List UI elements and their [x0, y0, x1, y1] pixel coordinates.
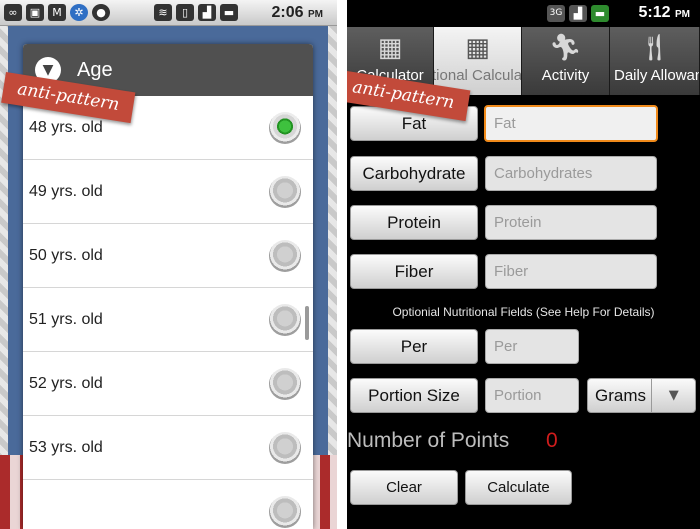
signal-icon: ▟	[569, 4, 587, 22]
age-option-label: 48 yrs. old	[29, 118, 103, 136]
clear-button[interactable]: Clear	[350, 470, 458, 505]
fiber-button[interactable]: Fiber	[350, 254, 478, 289]
dialog-title: Age	[77, 58, 113, 81]
clock: 5:12 PM	[638, 4, 690, 21]
voicemail-icon: ∞	[4, 4, 22, 21]
points-label: Number of Points	[347, 429, 510, 452]
status-bar: ∞ ▣ M ✲ ● ≋ ▯ ▟ ▬ 2:06 PM	[0, 0, 337, 26]
points-value: 0	[546, 429, 558, 452]
tab-daily-allowance[interactable]: 🍴︎ Daily Allowance	[610, 27, 700, 95]
protein-button[interactable]: Protein	[350, 205, 478, 240]
age-option-label: 50 yrs. old	[29, 246, 103, 264]
portion-size-button[interactable]: Portion Size	[350, 378, 478, 413]
chevron-down-icon: ▼	[651, 379, 695, 412]
signal-icon: ▟	[198, 4, 216, 21]
gmail-icon: M	[48, 4, 66, 21]
tab-label: Activity	[541, 67, 590, 84]
radio-button[interactable]	[269, 240, 301, 272]
age-option-label: 51 yrs. old	[29, 310, 103, 328]
radio-button-selected[interactable]	[269, 112, 301, 144]
photo-icon: ▣	[26, 4, 44, 21]
protein-input[interactable]: Protein	[485, 205, 657, 240]
carbohydrate-input[interactable]: Carbohydrates	[485, 156, 657, 191]
3g-icon: 3G	[547, 4, 565, 22]
left-phone-screen: ∞ ▣ M ✲ ● ≋ ▯ ▟ ▬ 2:06 PM ▼ Age 48 yrs. …	[0, 0, 337, 529]
radio-button[interactable]	[269, 496, 301, 528]
radio-button[interactable]	[269, 304, 301, 336]
vibrate-icon: ▯	[176, 4, 194, 21]
carbohydrate-button[interactable]: Carbohydrate	[350, 156, 478, 191]
age-option[interactable]: 51 yrs. old	[23, 288, 313, 352]
age-option-label: 52 yrs. old	[29, 374, 103, 392]
radio-button[interactable]	[269, 368, 301, 400]
fat-input[interactable]: Fat	[484, 105, 658, 142]
age-dialog: ▼ Age 48 yrs. old 49 yrs. old 50 yrs. ol…	[23, 44, 313, 529]
calculator-icon: ▦	[377, 33, 403, 63]
tab-optional-calculator[interactable]: ▦ Optional Calculator	[434, 27, 522, 95]
battery-icon: ▬	[220, 4, 238, 21]
settings-icon: ✲	[70, 4, 88, 21]
status-bar: 3G ▟ ▬ 5:12 PM	[347, 0, 700, 26]
fork-knife-icon: 🍴︎	[637, 33, 671, 63]
age-list: 48 yrs. old 49 yrs. old 50 yrs. old 51 y…	[23, 96, 313, 529]
media-icon: ●	[92, 4, 110, 21]
unit-select[interactable]: Grams ▼	[587, 378, 696, 413]
per-input[interactable]: Per	[485, 329, 579, 364]
age-option[interactable]: 49 yrs. old	[23, 160, 313, 224]
calculate-button[interactable]: Calculate	[465, 470, 572, 505]
unit-select-value: Grams	[595, 385, 646, 405]
age-option[interactable]: 50 yrs. old	[23, 224, 313, 288]
age-option[interactable]: 52 yrs. old	[23, 352, 313, 416]
battery-icon: ▬	[591, 4, 609, 22]
tab-label: Optional Calculator	[434, 67, 522, 84]
wifi-icon: ≋	[154, 4, 172, 21]
portion-input[interactable]: Portion	[485, 378, 579, 413]
per-button[interactable]: Per	[350, 329, 478, 364]
fiber-input[interactable]: Fiber	[485, 254, 657, 289]
tab-label: Daily Allowance	[614, 67, 699, 84]
radio-button[interactable]	[269, 432, 301, 464]
age-option-label: 49 yrs. old	[29, 182, 103, 200]
right-phone-screen: 3G ▟ ▬ 5:12 PM ▦ Calculator ▦ Optional C…	[347, 0, 700, 529]
optional-fields-note: Optionial Nutritional Fields (See Help F…	[392, 305, 655, 319]
tab-activity[interactable]: 🏃︎ Activity	[522, 27, 610, 95]
calculator-icon: ▦	[465, 33, 490, 63]
clock: 2:06 PM	[271, 4, 323, 21]
age-option-partial[interactable]	[23, 480, 313, 529]
scrollbar[interactable]	[305, 306, 309, 340]
radio-button[interactable]	[269, 176, 301, 208]
runner-icon: 🏃︎	[548, 33, 582, 63]
age-option[interactable]: 53 yrs. old	[23, 416, 313, 480]
age-option-label: 53 yrs. old	[29, 438, 103, 456]
